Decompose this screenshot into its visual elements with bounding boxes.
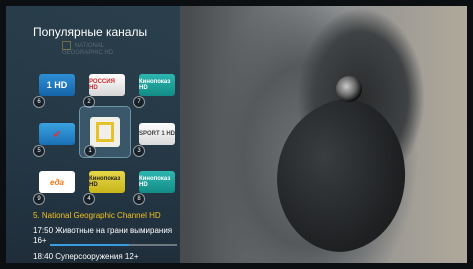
channel-number: 3 xyxy=(133,145,145,157)
next-program: 18:40 Суперсооружения 12+ xyxy=(33,252,139,261)
channel-logo: РОССИЯ HD xyxy=(89,74,125,96)
popular-channels-panel: Популярные каналы NATIONAL GEOGRAPHIC HD… xyxy=(6,6,180,263)
parrot-eye xyxy=(336,76,362,102)
channel-number: 8 xyxy=(133,193,145,205)
ghost-channel-logo: NATIONAL GEOGRAPHIC HD xyxy=(62,41,132,57)
channel-tile[interactable]: Кинопоказ HD 7 xyxy=(133,63,179,108)
panel-title: Популярные каналы xyxy=(33,25,148,39)
current-program: 17:50 Животные на грани вымирания 16+ xyxy=(33,226,173,245)
ng-frame-icon xyxy=(62,41,71,50)
channel-logo: SPORT 1 HD xyxy=(139,123,175,145)
channel-logo: 1 HD xyxy=(39,74,75,96)
channel-number: 4 xyxy=(83,193,95,205)
channel-tile[interactable]: Кинопоказ HD 4 xyxy=(83,160,129,205)
selected-channel-name: 5. National Geographic Channel HD xyxy=(33,211,161,220)
channel-logo: еда xyxy=(39,171,75,193)
channel-number: 5 xyxy=(33,145,45,157)
channel-tile[interactable]: РОССИЯ HD 2 xyxy=(83,63,129,108)
parrot-beak xyxy=(261,89,421,263)
channel-logo: Кинопоказ HD xyxy=(139,74,175,96)
channel-tile[interactable]: 1 HD 6 xyxy=(33,63,79,108)
channel-number: 9 xyxy=(33,193,45,205)
bird-logo-icon: ➶ xyxy=(39,123,75,145)
channel-tile-selected[interactable]: 1 xyxy=(79,106,131,158)
channel-number: 6 xyxy=(33,96,45,108)
channel-tile[interactable]: Кинопоказ HD 8 xyxy=(133,160,179,205)
national-geographic-logo-icon xyxy=(90,117,120,147)
program-progress-bar xyxy=(50,244,177,246)
channel-tile[interactable]: еда 9 xyxy=(33,160,79,205)
tv-screen: Популярные каналы NATIONAL GEOGRAPHIC HD… xyxy=(6,6,467,263)
channel-logo: Кинопоказ HD xyxy=(89,171,125,193)
channel-number: 1 xyxy=(84,145,96,157)
program-progress-fill xyxy=(50,244,129,246)
channel-tile[interactable]: ➶ 5 xyxy=(33,112,79,157)
channel-tile[interactable]: SPORT 1 HD 3 xyxy=(133,112,179,157)
channel-logo: Кинопоказ HD xyxy=(139,171,175,193)
channel-number: 7 xyxy=(133,96,145,108)
